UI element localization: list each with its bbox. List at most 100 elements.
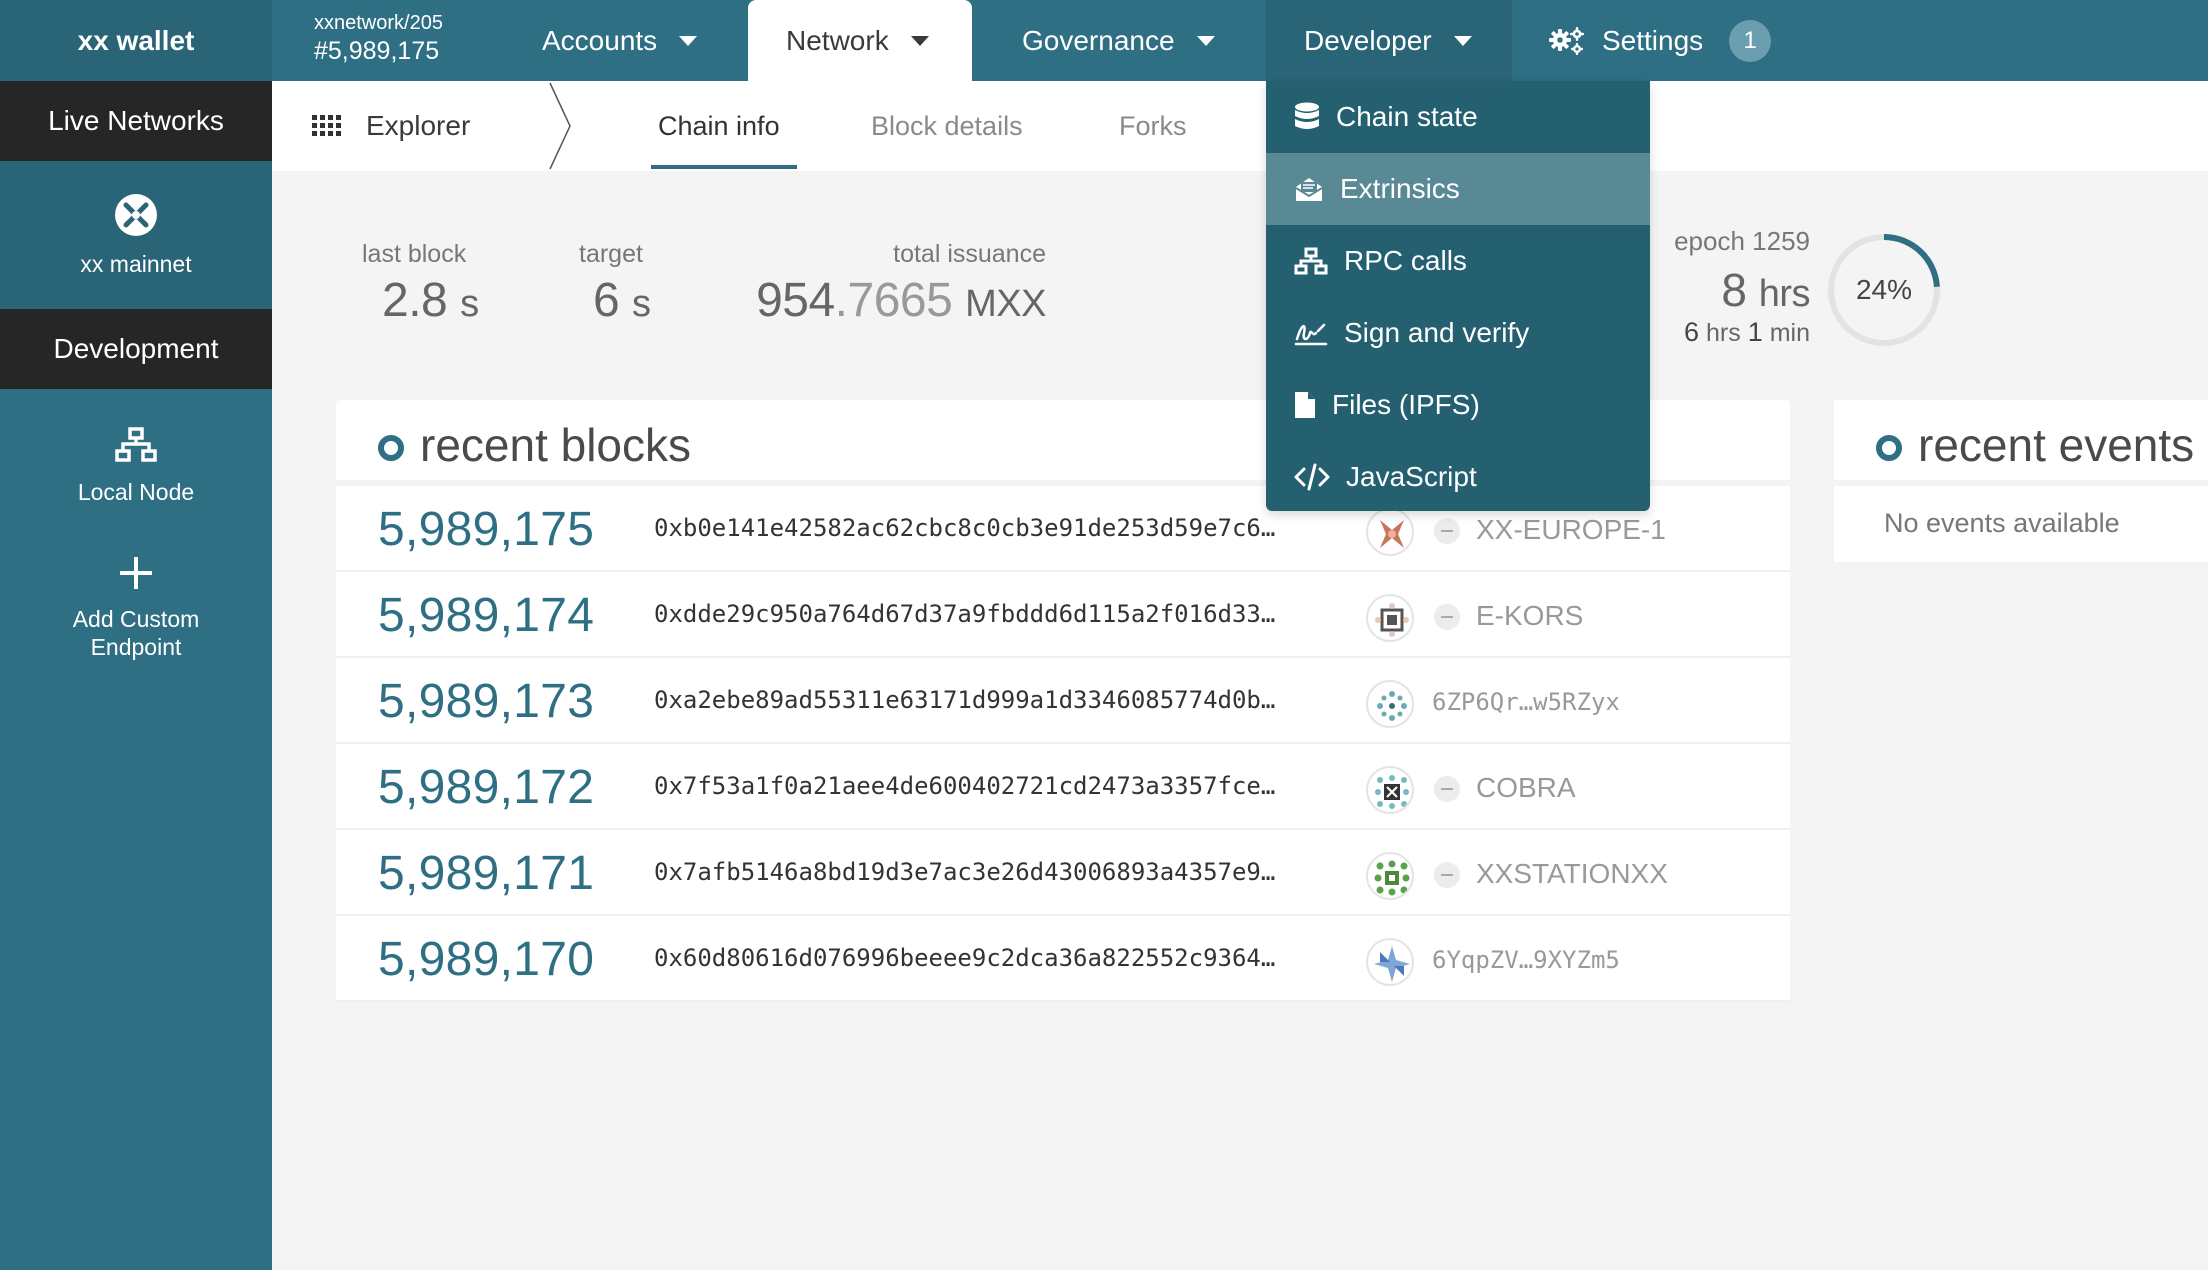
menu-item-chain-state[interactable]: Chain state	[1266, 81, 1650, 153]
block-author[interactable]: XXSTATIONXX	[1476, 858, 1668, 890]
block-number-link[interactable]: 5,989,174	[378, 588, 594, 643]
identicon-icon[interactable]	[1366, 938, 1414, 986]
table-row: 5,989,171 0x7afb5146a8bd19d3e7ac3e26d430…	[336, 830, 1790, 916]
stat-last-block-unit: s	[460, 283, 479, 325]
database-icon	[1295, 102, 1319, 129]
table-row: 5,989,170 0x60d80616d076996beeee9c2dca36…	[336, 916, 1790, 1002]
dot-circle-icon	[378, 435, 404, 461]
identicon-icon[interactable]	[1366, 766, 1414, 814]
stat-epoch-hours-unit: hrs	[1758, 273, 1811, 315]
chain-name: xxnetwork/205	[314, 12, 443, 34]
recent-events-body: No events available	[1834, 486, 2208, 562]
nav-tab-developer-label: Developer	[1304, 24, 1432, 56]
sidebar-section-development[interactable]: Development	[0, 309, 272, 389]
file-icon	[1295, 392, 1315, 418]
settings-notification-badge: 1	[1729, 19, 1772, 62]
block-number-link[interactable]: 5,989,172	[378, 760, 594, 815]
identity-unverified-icon	[1434, 862, 1460, 888]
menu-item-extrinsics[interactable]: Extrinsics	[1266, 153, 1650, 225]
identicon-icon[interactable]	[1366, 852, 1414, 900]
block-hash: 0xdde29c950a764d67d37a9fbddd6d115a2f016d…	[654, 600, 1276, 628]
dot-circle-icon	[1876, 435, 1902, 461]
active-tab-indicator	[651, 165, 797, 169]
block-hash: 0xb0e141e42582ac62cbc8c0cb3e91de253d59e7…	[654, 514, 1276, 542]
grid-icon	[312, 115, 341, 136]
block-number-link[interactable]: 5,989,171	[378, 846, 594, 901]
caret-down-icon	[679, 35, 698, 46]
block-author-address[interactable]: 6ZP6Qr…w5RZyx	[1432, 688, 1620, 716]
plus-icon	[120, 557, 152, 589]
block-hash: 0x60d80616d076996beeee9c2dca36a822552c93…	[654, 944, 1276, 972]
sidebar-item-xx-mainnet-label: xx mainnet	[80, 250, 192, 277]
tab-block-details[interactable]: Block details	[871, 81, 1023, 171]
menu-item-sign-and-verify[interactable]: Sign and verify	[1266, 297, 1650, 369]
stat-target-unit: s	[632, 283, 651, 325]
block-author-address[interactable]: 6YqpZV…9XYZm5	[1432, 946, 1620, 974]
block-hash: 0x7f53a1f0a21aee4de600402721cd2473a3357f…	[654, 772, 1276, 800]
chain-best-block: #5,989,175	[314, 37, 440, 65]
stat-target: target 6 s	[579, 240, 651, 328]
nav-tab-network-label: Network	[786, 24, 889, 56]
app-brand[interactable]: xx wallet	[0, 0, 272, 81]
signature-icon	[1294, 323, 1328, 346]
menu-item-chain-state-label: Chain state	[1336, 101, 1478, 132]
menu-item-files-ipfs[interactable]: Files (IPFS)	[1266, 369, 1650, 441]
block-number-link[interactable]: 5,989,173	[378, 674, 594, 729]
code-icon	[1294, 463, 1330, 491]
nav-tab-settings[interactable]: Settings 1	[1520, 0, 1800, 81]
menu-item-sign-and-verify-label: Sign and verify	[1344, 317, 1530, 348]
recent-blocks-list: 5,989,175 0xb0e141e42582ac62cbc8c0cb3e91…	[336, 486, 1790, 1002]
stat-last-block-value: 2.8	[382, 274, 448, 327]
stat-total-issuance-integer: 954	[756, 274, 835, 327]
recent-events-header: recent events	[1834, 400, 2208, 480]
recent-events-empty-message: No events available	[1884, 508, 2120, 538]
block-author[interactable]: E-KORS	[1476, 600, 1583, 632]
sidebar-item-local-node-label: Local Node	[77, 478, 195, 505]
menu-item-javascript[interactable]: JavaScript	[1266, 441, 1650, 513]
nav-tab-governance-label: Governance	[1022, 24, 1175, 56]
stat-epoch-remaining-hours: 6	[1684, 317, 1700, 347]
identicon-icon[interactable]	[1366, 680, 1414, 728]
nav-tab-accounts-label: Accounts	[542, 24, 658, 56]
sidebar-item-local-node[interactable]: Local Node	[0, 389, 272, 543]
identicon-icon[interactable]	[1366, 508, 1414, 556]
network-icon	[115, 426, 157, 462]
nav-tab-network[interactable]: Network	[748, 0, 972, 81]
sidebar-item-add-custom-label-1: Add Custom	[72, 606, 200, 632]
tab-chain-info[interactable]: Chain info	[658, 81, 780, 171]
xx-network-logo-icon	[115, 193, 157, 236]
identity-unverified-icon	[1434, 604, 1460, 630]
identicon-icon[interactable]	[1366, 594, 1414, 642]
sidebar-item-add-custom-endpoint[interactable]: Add Custom Endpoint	[0, 543, 272, 673]
explorer-app-menu[interactable]: Explorer	[312, 81, 470, 171]
menu-item-rpc-calls[interactable]: RPC calls	[1266, 225, 1650, 297]
nav-tab-accounts[interactable]: Accounts	[504, 0, 744, 81]
caret-down-icon	[1453, 35, 1472, 46]
recent-events-card: recent events No events available	[1834, 400, 2208, 562]
stat-total-issuance-label: total issuance	[893, 240, 1046, 268]
caret-down-icon	[1196, 35, 1215, 46]
stat-last-block-label: last block	[362, 240, 467, 268]
tab-forks[interactable]: Forks	[1119, 81, 1187, 171]
explorer-label: Explorer	[366, 110, 471, 141]
block-author[interactable]: XX-EUROPE-1	[1476, 514, 1666, 546]
stat-epoch-label: epoch 1259	[1674, 226, 1810, 256]
recent-blocks-title: recent blocks	[420, 419, 692, 471]
menu-item-javascript-label: JavaScript	[1346, 461, 1477, 492]
stat-total-issuance-decimal: .7665	[834, 274, 953, 327]
nav-tab-developer[interactable]: Developer	[1266, 0, 1512, 81]
block-author[interactable]: COBRA	[1476, 772, 1576, 804]
network-icon	[1294, 247, 1328, 275]
table-row: 5,989,173 0xa2ebe89ad55311e63171d999a1d3…	[336, 658, 1790, 744]
block-number-link[interactable]: 5,989,170	[378, 932, 594, 987]
stat-total-issuance: total issuance 954.7665 MXX	[750, 240, 1046, 328]
sidebar-section-live-networks[interactable]: Live Networks	[0, 81, 272, 161]
sidebar: Live Networks xx mainnet Development Loc…	[0, 81, 272, 1270]
chain-selector[interactable]: xxnetwork/205 #5,989,175	[272, 0, 502, 81]
sidebar-item-xx-mainnet[interactable]: xx mainnet	[0, 161, 272, 309]
nav-tab-governance[interactable]: Governance	[984, 0, 1232, 81]
block-hash: 0x7afb5146a8bd19d3e7ac3e26d43006893a4357…	[654, 858, 1276, 886]
breadcrumb-chevron-icon	[549, 82, 571, 170]
block-number-link[interactable]: 5,989,175	[378, 502, 594, 557]
top-navigation-bar: xx wallet xxnetwork/205 #5,989,175 Accou…	[0, 0, 2208, 81]
